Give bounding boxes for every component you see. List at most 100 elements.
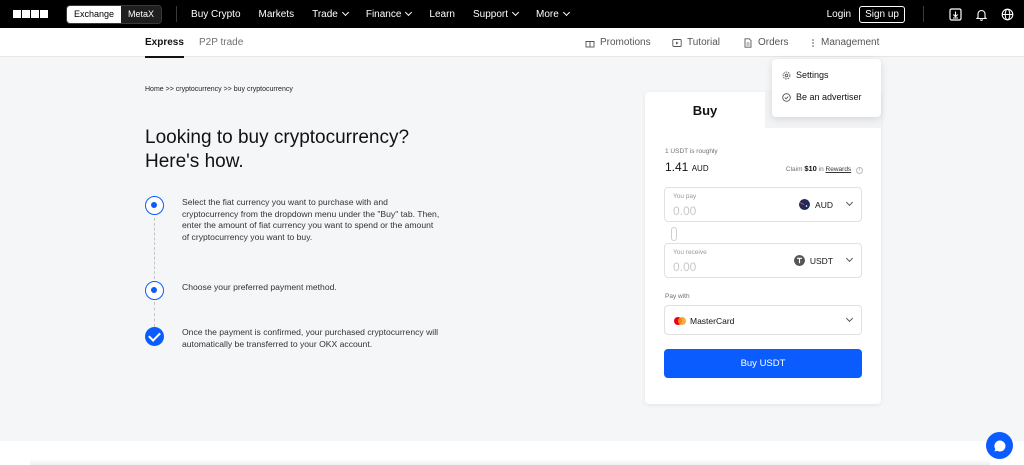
tutorial-link[interactable]: Tutorial [672, 37, 720, 48]
step-connector [154, 302, 155, 327]
exchange-toggle[interactable]: Exchange [67, 5, 122, 23]
claim-prefix: Claim [785, 166, 803, 173]
management-dropdown: Settings Be an advertiser [772, 59, 881, 117]
page-title: Looking to buy cryptocurrency? Here's ho… [145, 126, 445, 174]
nav-label: Finance [365, 8, 402, 20]
checkmark-icon [145, 327, 164, 346]
page-title-line-2: Here's how. [145, 151, 244, 172]
step-indicator [145, 196, 164, 215]
nav-trade[interactable]: Trade [312, 8, 349, 20]
chevron-down-icon [341, 8, 349, 17]
nav-label: More [536, 8, 559, 20]
you-receive-field[interactable]: You receive 0.00 USDT [664, 243, 862, 278]
menu-item-be-an-advertiser[interactable]: Be an advertiser [782, 92, 862, 102]
crypto-currency-label: USDT [809, 255, 833, 266]
buy-card: Buy 1 USDT is roughly 1.41 AUD Claim $10… [645, 92, 881, 404]
metax-toggle[interactable]: MetaX [121, 5, 162, 23]
chevron-down-icon [405, 8, 413, 17]
swap-indicator-icon [671, 227, 677, 241]
step-3-text: Once the payment is confirmed, your purc… [182, 327, 439, 349]
gift-icon [585, 40, 595, 47]
main-nav: Buy Crypto Markets Trade Finance Learn S… [191, 8, 570, 20]
you-receive-input[interactable]: 0.00 [673, 260, 696, 274]
chat-icon [993, 439, 1005, 451]
page-title-line-1: Looking to buy cryptocurrency? [145, 127, 410, 148]
rate-unit: AUD [691, 164, 709, 173]
rewards-link[interactable]: Rewards [826, 166, 852, 173]
globe-icon[interactable] [1000, 7, 1014, 21]
chevron-down-icon[interactable] [845, 254, 854, 263]
check-circle-icon [782, 92, 791, 102]
nav-label: Trade [312, 8, 338, 20]
nav-more[interactable]: More [536, 8, 570, 20]
tab-buy[interactable]: Buy [645, 92, 765, 130]
fiat-currency-select[interactable]: AUD [799, 199, 833, 210]
sub-navigation: Express P2P trade Promotions Tutorial Or… [0, 28, 1024, 58]
payment-method-label: MasterCard [690, 316, 735, 326]
nav-buy-crypto[interactable]: Buy Crypto [191, 9, 240, 20]
mastercard-icon [674, 317, 686, 325]
you-pay-field[interactable]: You pay 0.00 AUD [664, 187, 862, 222]
nav-finance[interactable]: Finance [365, 8, 413, 20]
claim-in: in [818, 166, 824, 173]
top-navigation-bar: Exchange MetaX Buy Crypto Markets Trade … [0, 0, 1024, 28]
pay-with-label: Pay with [665, 293, 690, 300]
settings-label: Settings [796, 70, 829, 80]
orders-link[interactable]: Orders [743, 37, 789, 48]
okx-logo[interactable] [13, 10, 48, 18]
footer-strip [0, 441, 1024, 465]
chevron-down-icon [511, 8, 520, 17]
breadcrumb[interactable]: Home >> cryptocurrency >> buy cryptocurr… [145, 86, 293, 93]
bell-icon[interactable] [974, 7, 988, 21]
management-link[interactable]: Management [810, 37, 879, 48]
signup-button[interactable]: Sign up [859, 5, 905, 23]
tutorial-label: Tutorial [687, 37, 720, 48]
tab-p2p-trade[interactable]: P2P trade [199, 37, 243, 48]
step-1-text: Select the fiat currency you want to pur… [182, 197, 440, 242]
document-icon [744, 37, 752, 48]
chat-support-button[interactable] [986, 432, 1013, 459]
account-nav: Login Sign up [827, 0, 1014, 28]
management-label: Management [821, 37, 880, 48]
nav-divider [176, 6, 178, 22]
more-vertical-icon [812, 38, 814, 47]
buy-usdt-button[interactable]: Buy USDT [664, 349, 862, 378]
rate-value: 1.41 AUD [665, 160, 709, 174]
nav-learn[interactable]: Learn [429, 9, 455, 20]
nav-support[interactable]: Support [473, 8, 520, 20]
nav-markets[interactable]: Markets [259, 9, 295, 20]
step-indicator [145, 281, 164, 300]
claim-amount: $10 [804, 164, 817, 173]
crypto-currency-select[interactable]: USDT [793, 255, 833, 266]
australia-flag-icon [799, 199, 811, 210]
video-icon [672, 38, 682, 47]
menu-item-settings[interactable]: Settings [782, 70, 829, 80]
nav-label: Buy Crypto [191, 8, 241, 20]
step-connector [154, 218, 155, 279]
you-receive-label: You receive [673, 249, 707, 256]
login-link[interactable]: Login [827, 9, 851, 20]
nav-label: Learn [429, 8, 455, 20]
gear-icon [782, 71, 791, 79]
download-icon[interactable] [948, 7, 962, 21]
fiat-currency-label: AUD [815, 199, 833, 210]
nav-divider [923, 6, 924, 22]
footer-divider [30, 459, 990, 465]
chevron-down-icon[interactable] [845, 198, 854, 207]
rewards-claim: Claim $10 in Rewards i [786, 164, 863, 174]
chevron-down-icon[interactable] [845, 314, 854, 323]
be-an-advertiser-label: Be an advertiser [796, 92, 862, 102]
you-pay-label: You pay [673, 193, 697, 200]
step-2-text: Choose your preferred payment method. [182, 282, 337, 292]
payment-method-select[interactable]: MasterCard [664, 305, 862, 335]
nav-label: Markets [258, 8, 295, 20]
rate-amount: 1.41 [665, 160, 689, 174]
nav-label: Support [473, 8, 509, 20]
tab-express[interactable]: Express [145, 37, 184, 58]
promotions-link[interactable]: Promotions [585, 37, 651, 48]
promotions-label: Promotions [600, 37, 651, 48]
tether-icon [793, 255, 805, 266]
you-pay-input[interactable]: 0.00 [673, 204, 696, 218]
info-icon[interactable]: i [856, 167, 863, 174]
rate-label: 1 USDT is roughly [665, 148, 718, 155]
